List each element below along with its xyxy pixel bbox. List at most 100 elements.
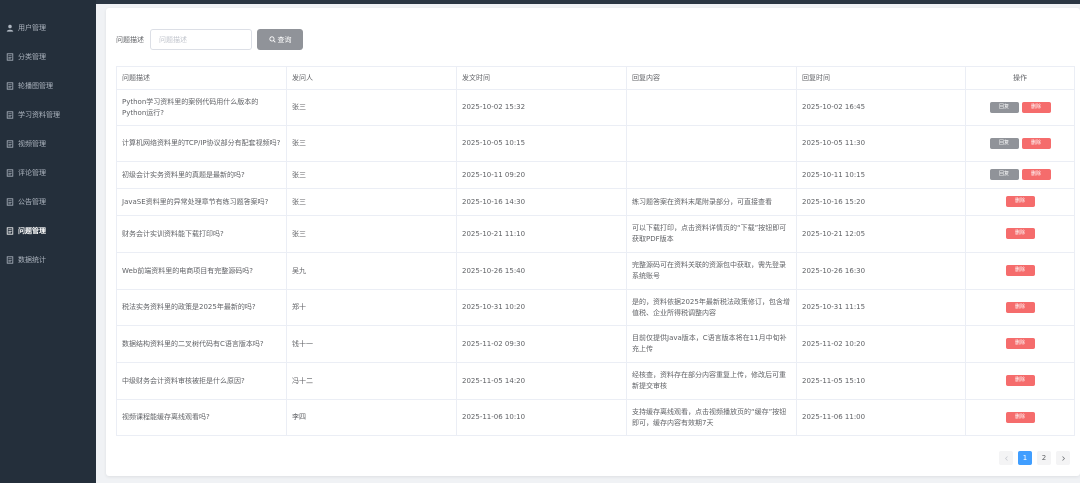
cell-asker: 郑十 (286, 289, 457, 326)
cell-ask-time: 2025-11-06 10:10 (456, 399, 627, 436)
chevron-left-icon (1004, 455, 1008, 461)
main-content: 问题描述 查询 问题描述 发问人 发文时间 回复内容 回复时间 操作 (96, 4, 1080, 483)
cell-ask-time: 2025-10-11 09:20 (456, 161, 627, 189)
cell-ask-time: 2025-10-02 15:32 (456, 89, 627, 126)
table-header-row: 问题描述 发问人 发文时间 回复内容 回复时间 操作 (116, 66, 1075, 90)
reply-button[interactable]: 回复 (989, 169, 1019, 181)
cell-question: 财务会计实训资料能下载打印吗? (116, 215, 287, 253)
cell-ask-time: 2025-10-16 14:30 (456, 188, 627, 216)
cell-reply: 目前仅提供Java版本，C语言版本将在11月中旬补充上传 (626, 325, 797, 363)
user-icon (5, 23, 14, 32)
page-button[interactable]: 1 (1018, 451, 1032, 465)
cell-question: 数据结构资料里的二叉树代码有C语言版本吗? (116, 325, 287, 363)
delete-button[interactable]: 删除 (1021, 101, 1051, 113)
header-ask-time: 发文时间 (456, 66, 627, 90)
next-page-button[interactable] (1056, 451, 1070, 465)
sidebar-item-0[interactable]: 用户管理 (0, 13, 96, 42)
cell-asker: 钱十一 (286, 325, 457, 363)
table-row: 视频课程能缓存离线观看吗? 李四 2025-11-06 10:10 支持缓存离线观看，… (116, 399, 1075, 436)
delete-button[interactable]: 删除 (1005, 196, 1035, 208)
cell-ask-time: 2025-10-21 11:10 (456, 215, 627, 253)
reply-button[interactable]: 回复 (989, 137, 1019, 149)
content-card: 问题描述 查询 问题描述 发问人 发文时间 回复内容 回复时间 操作 (106, 8, 1080, 476)
table-row: 数据结构资料里的二叉树代码有C语言版本吗? 钱十一 2025-11-02 09:30… (116, 325, 1075, 363)
cell-reply: 是的，资料依据2025年最新税法政策修订，包含增值税、企业所得税调整内容 (626, 289, 797, 326)
cell-reply-time: 2025-11-05 15:10 (796, 362, 966, 400)
page-button[interactable]: 2 (1037, 451, 1051, 465)
cell-reply (626, 89, 797, 126)
delete-button[interactable]: 删除 (1005, 411, 1035, 423)
table-row: JavaSE资料里的异常处理章节有练习题答案吗? 张三 2025-10-16 14:… (116, 188, 1075, 216)
cell-reply-time: 2025-10-16 15:20 (796, 188, 966, 216)
cell-asker: 张三 (286, 89, 457, 126)
cell-question: 计算机网络资料里的TCP/IP协议部分有配套视频吗? (116, 125, 287, 162)
cell-reply-time: 2025-10-11 10:15 (796, 161, 966, 189)
cell-reply: 可以下载打印，点击资料详情页的“下载”按钮即可获取PDF版本 (626, 215, 797, 253)
sidebar-item-1[interactable]: 分类管理 (0, 42, 96, 71)
sidebar-item-8[interactable]: 数据统计 (0, 245, 96, 274)
header-reply: 回复内容 (626, 66, 797, 90)
document-icon (5, 168, 14, 177)
cell-reply: 完整源码可在资料关联的资源包中获取，需先登录系统账号 (626, 252, 797, 290)
cell-asker: 冯十二 (286, 362, 457, 400)
document-icon (5, 139, 14, 148)
cell-question: Python学习资料里的案例代码用什么版本的Python运行? (116, 89, 287, 126)
sidebar-item-label: 轮播图管理 (18, 81, 53, 90)
search-button-label: 查询 (277, 35, 292, 44)
document-icon (5, 81, 14, 90)
search-button[interactable]: 查询 (257, 29, 303, 50)
cell-asker: 张三 (286, 215, 457, 253)
cell-question: 初级会计实务资料里的真题是最新的吗? (116, 161, 287, 189)
sidebar-item-7[interactable]: 问题管理 (0, 216, 96, 245)
questions-table: 问题描述 发问人 发文时间 回复内容 回复时间 操作 Python学习资料里的案… (116, 66, 1075, 436)
cell-reply (626, 125, 797, 162)
cell-ops: 回复 删除 (965, 161, 1075, 189)
delete-button[interactable]: 删除 (1005, 228, 1035, 240)
reply-button[interactable]: 回复 (989, 101, 1019, 113)
cell-ask-time: 2025-10-31 10:20 (456, 289, 627, 326)
cell-reply: 支持缓存离线观看，点击视频播放页的“缓存”按钮即可，缓存内容有效期7天 (626, 399, 797, 436)
sidebar-item-4[interactable]: 视频管理 (0, 129, 96, 158)
delete-button[interactable]: 删除 (1021, 137, 1051, 149)
prev-page-button[interactable] (999, 451, 1013, 465)
delete-button[interactable]: 删除 (1005, 375, 1035, 387)
sidebar-item-label: 视频管理 (18, 139, 46, 148)
document-icon (5, 255, 14, 264)
search-input[interactable] (150, 29, 252, 50)
cell-ops: 删除 (965, 325, 1075, 363)
sidebar-item-6[interactable]: 公告管理 (0, 187, 96, 216)
delete-button[interactable]: 删除 (1005, 265, 1035, 277)
sidebar-item-label: 用户管理 (18, 23, 46, 32)
cell-question: 税法实务资料里的政策是2025年最新的吗? (116, 289, 287, 326)
cell-reply: 经核查，资料存在部分内容重复上传，修改后可重新提交审核 (626, 362, 797, 400)
cell-reply-time: 2025-10-31 11:15 (796, 289, 966, 326)
header-asker: 发问人 (286, 66, 457, 90)
cell-ask-time: 2025-11-05 14:20 (456, 362, 627, 400)
search-label: 问题描述 (116, 35, 144, 44)
header-question: 问题描述 (116, 66, 287, 90)
cell-asker: 李四 (286, 399, 457, 436)
delete-button[interactable]: 删除 (1005, 301, 1035, 313)
cell-ops: 删除 (965, 362, 1075, 400)
sidebar-item-label: 分类管理 (18, 52, 46, 61)
sidebar-item-2[interactable]: 轮播图管理 (0, 71, 96, 100)
cell-ops: 回复 删除 (965, 125, 1075, 162)
delete-button[interactable]: 删除 (1005, 338, 1035, 350)
chevron-right-icon (1061, 455, 1065, 461)
cell-question: JavaSE资料里的异常处理章节有练习题答案吗? (116, 188, 287, 216)
sidebar-item-5[interactable]: 评论管理 (0, 158, 96, 187)
table-row: 税法实务资料里的政策是2025年最新的吗? 郑十 2025-10-31 10:20 是… (116, 289, 1075, 326)
cell-ops: 删除 (965, 252, 1075, 290)
cell-asker: 张三 (286, 161, 457, 189)
cell-reply: 练习题答案在资料末尾附录部分，可直接查看 (626, 188, 797, 216)
delete-button[interactable]: 删除 (1021, 169, 1051, 181)
sidebar-item-label: 公告管理 (18, 197, 46, 206)
table-row: 初级会计实务资料里的真题是最新的吗? 张三 2025-10-11 09:20 2025… (116, 161, 1075, 189)
cell-ops: 删除 (965, 188, 1075, 216)
table-row: Web前端资料里的电商项目有完整源码吗? 吴九 2025-10-26 15:40 完整… (116, 252, 1075, 290)
cell-ask-time: 2025-10-26 15:40 (456, 252, 627, 290)
cell-ask-time: 2025-11-02 09:30 (456, 325, 627, 363)
cell-question: Web前端资料里的电商项目有完整源码吗? (116, 252, 287, 290)
sidebar-item-3[interactable]: 学习资料管理 (0, 100, 96, 129)
cell-question: 视频课程能缓存离线观看吗? (116, 399, 287, 436)
